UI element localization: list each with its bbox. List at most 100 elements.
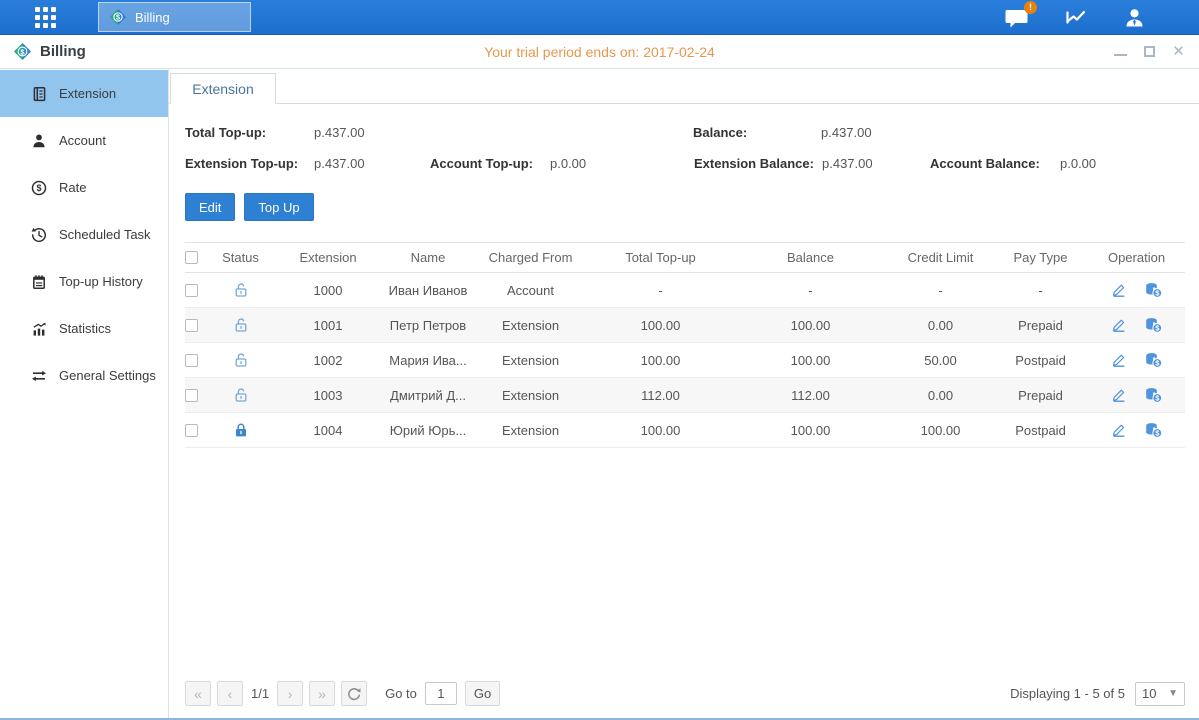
col-total-topup: Total Top-up: [588, 250, 733, 265]
extension-table: Status Extension Name Charged From Total…: [185, 242, 1185, 448]
sidebar-item-label: Rate: [59, 180, 86, 195]
page-size-value: 10: [1142, 686, 1156, 701]
cell-credit-limit: -: [888, 283, 993, 298]
goto-page-input[interactable]: [425, 682, 457, 705]
billing-window-icon: [13, 42, 32, 61]
cell-pay-type: -: [993, 283, 1088, 298]
extension-balance-label: Extension Balance:: [694, 156, 822, 171]
goto-label: Go to: [385, 686, 417, 701]
cell-total-topup: 100.00: [588, 318, 733, 333]
close-button[interactable]: ✕: [1172, 45, 1185, 58]
top-up-row-icon[interactable]: [1145, 422, 1162, 438]
unlock-icon: [233, 282, 249, 298]
sidebar-item-label: Statistics: [59, 321, 111, 336]
select-all-checkbox[interactable]: [185, 251, 198, 264]
sidebar-item-statistics[interactable]: Statistics: [0, 305, 168, 352]
billing-app-window: Billing ! Billing Your trial period ends…: [0, 0, 1199, 720]
top-up-button[interactable]: Top Up: [244, 193, 313, 221]
row-checkbox[interactable]: [185, 354, 198, 367]
total-topup-label: Total Top-up:: [185, 125, 314, 140]
table-row: 1004 Юрий Юрь... Extension 100.00 100.00…: [185, 413, 1185, 448]
top-up-row-icon[interactable]: [1145, 387, 1162, 403]
cell-name: Юрий Юрь...: [383, 423, 473, 438]
row-checkbox[interactable]: [185, 389, 198, 402]
cell-pay-type: Prepaid: [993, 388, 1088, 403]
cell-name: Дмитрий Д...: [383, 388, 473, 403]
taskbar-billing-tab[interactable]: Billing: [98, 2, 251, 32]
cell-credit-limit: 0.00: [888, 318, 993, 333]
next-page-button[interactable]: ›: [277, 681, 303, 706]
row-checkbox[interactable]: [185, 284, 198, 297]
app-launcher-grid-icon[interactable]: [35, 7, 56, 28]
edit-row-icon[interactable]: [1111, 282, 1127, 298]
sidebar-item-topup-history[interactable]: Top-up History: [0, 258, 168, 305]
statistics-chart-icon: [31, 321, 47, 337]
sidebar-item-account[interactable]: Account: [0, 117, 168, 164]
col-balance: Balance: [733, 250, 888, 265]
extension-book-icon: [31, 86, 47, 102]
unlock-icon: [233, 352, 249, 368]
cell-balance: 100.00: [733, 318, 888, 333]
cell-total-topup: 100.00: [588, 353, 733, 368]
top-up-row-icon[interactable]: [1145, 317, 1162, 333]
cell-extension: 1000: [273, 283, 383, 298]
total-topup-value: p.437.00: [314, 125, 693, 140]
minimize-button[interactable]: [1114, 48, 1127, 56]
cell-extension: 1004: [273, 423, 383, 438]
cell-charged-from: Extension: [473, 388, 588, 403]
last-page-button[interactable]: »: [309, 681, 335, 706]
cell-total-topup: 100.00: [588, 423, 733, 438]
sidebar-item-scheduled-task[interactable]: Scheduled Task: [0, 211, 168, 258]
page-size-select[interactable]: 10 ▼: [1135, 682, 1185, 706]
tab-extension[interactable]: Extension: [170, 73, 276, 104]
page-indicator: 1/1: [251, 686, 269, 701]
edit-row-icon[interactable]: [1111, 387, 1127, 403]
col-status: Status: [208, 250, 273, 265]
edit-row-icon[interactable]: [1111, 317, 1127, 333]
cell-name: Петр Петров: [383, 318, 473, 333]
main-panel: Extension Total Top-up: p.437.00 Balance…: [169, 69, 1199, 718]
sidebar-item-label: Scheduled Task: [59, 227, 151, 242]
rate-dollar-icon: [31, 180, 47, 196]
cell-name: Иван Иванов: [383, 283, 473, 298]
cell-credit-limit: 0.00: [888, 388, 993, 403]
cell-pay-type: Postpaid: [993, 353, 1088, 368]
displaying-range: Displaying 1 - 5 of 5: [1010, 686, 1125, 701]
maximize-button[interactable]: [1144, 46, 1155, 57]
table-row: 1002 Мария Ива... Extension 100.00 100.0…: [185, 343, 1185, 378]
user-account-icon[interactable]: [1122, 6, 1147, 28]
edit-row-icon[interactable]: [1111, 422, 1127, 438]
sidebar-item-label: Extension: [59, 86, 116, 101]
trial-notice: Your trial period ends on: 2017-02-24: [0, 44, 1199, 60]
prev-page-button[interactable]: ‹: [217, 681, 243, 706]
sidebar-item-general-settings[interactable]: General Settings: [0, 352, 168, 399]
account-topup-label: Account Top-up:: [430, 156, 550, 171]
row-checkbox[interactable]: [185, 424, 198, 437]
chevron-down-icon: ▼: [1168, 688, 1178, 699]
table-row: 1000 Иван Иванов Account - - - -: [185, 273, 1185, 308]
cell-extension: 1002: [273, 353, 383, 368]
taskbar-tab-label: Billing: [135, 10, 170, 25]
tab-strip: Extension: [169, 71, 1199, 104]
col-name: Name: [383, 250, 473, 265]
edit-button[interactable]: Edit: [185, 193, 235, 221]
sidebar-item-rate[interactable]: Rate: [0, 164, 168, 211]
cell-credit-limit: 50.00: [888, 353, 993, 368]
top-up-row-icon[interactable]: [1145, 352, 1162, 368]
sidebar-item-label: Account: [59, 133, 106, 148]
resource-monitor-icon[interactable]: [1063, 5, 1088, 29]
notifications-icon[interactable]: !: [1004, 7, 1029, 28]
cell-balance: 100.00: [733, 423, 888, 438]
sidebar-item-extension[interactable]: Extension: [0, 70, 168, 117]
lock-icon: [233, 422, 249, 438]
account-balance-label: Account Balance:: [930, 156, 1060, 171]
go-button[interactable]: Go: [465, 681, 500, 706]
refresh-button[interactable]: [341, 681, 367, 706]
top-up-row-icon[interactable]: [1145, 282, 1162, 298]
table-row: 1001 Петр Петров Extension 100.00 100.00…: [185, 308, 1185, 343]
cell-name: Мария Ива...: [383, 353, 473, 368]
first-page-button[interactable]: «: [185, 681, 211, 706]
table-row: 1003 Дмитрий Д... Extension 112.00 112.0…: [185, 378, 1185, 413]
row-checkbox[interactable]: [185, 319, 198, 332]
edit-row-icon[interactable]: [1111, 352, 1127, 368]
